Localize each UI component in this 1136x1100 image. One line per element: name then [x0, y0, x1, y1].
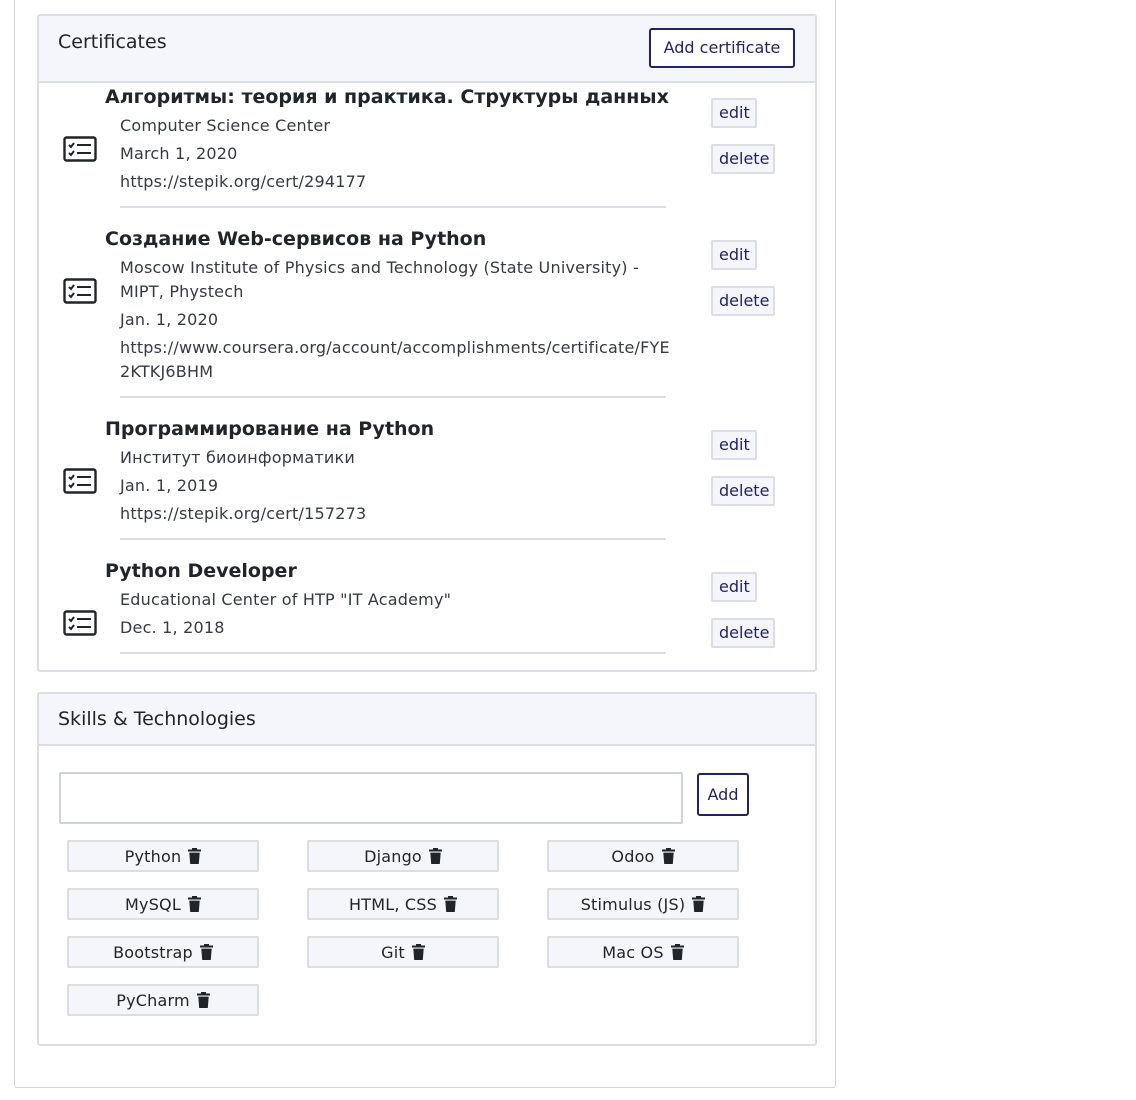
- certificate-date: Dec. 1, 2018: [120, 618, 225, 637]
- skill-tag[interactable]: Odoo: [547, 840, 739, 872]
- skill-tag[interactable]: HTML, CSS: [307, 888, 499, 920]
- skills-header: Skills & Technologies: [39, 694, 815, 746]
- checklist-icon: [63, 136, 97, 162]
- certificate-issuer: MIPT, Phystech: [120, 282, 244, 301]
- certificate-url: https://stepik.org/cert/294177: [120, 172, 367, 191]
- edit-certificate-button[interactable]: edit: [711, 430, 757, 460]
- edit-certificate-button[interactable]: edit: [711, 240, 757, 270]
- trash-icon[interactable]: [692, 896, 706, 912]
- skill-tag[interactable]: PyCharm: [67, 984, 259, 1016]
- skill-tag-label: HTML, CSS: [349, 894, 437, 914]
- trash-icon[interactable]: [199, 944, 213, 960]
- delete-certificate-button[interactable]: delete: [711, 144, 775, 174]
- checklist-icon: [63, 468, 97, 494]
- certificate-url: 2KTKJ6BHM: [120, 362, 214, 381]
- delete-certificate-button[interactable]: delete: [711, 476, 775, 506]
- skill-tag[interactable]: Django: [307, 840, 499, 872]
- certificate-title: Создание Web-сервисов на Python: [105, 228, 487, 250]
- trash-icon[interactable]: [443, 896, 457, 912]
- certificate-date: March 1, 2020: [120, 144, 238, 163]
- skill-input[interactable]: [59, 772, 683, 824]
- certificate-issuer: Educational Center of HTP "IT Academy": [120, 590, 452, 609]
- skill-tag-label: Odoo: [611, 846, 655, 866]
- certificate-divider: [120, 538, 666, 540]
- profile-panel: Certificates Add certificate Алгоритмы: …: [14, 0, 836, 1088]
- skills-card: Skills & Technologies Add Python Django Od…: [37, 692, 817, 1046]
- add-skill-button[interactable]: Add: [697, 773, 749, 816]
- certificate-issuer: Computer Science Center: [120, 116, 331, 135]
- edit-certificate-button[interactable]: edit: [711, 98, 757, 128]
- trash-icon[interactable]: [670, 944, 684, 960]
- skill-tag-label: Python: [124, 846, 182, 866]
- certificate-title: Программирование на Python: [105, 418, 435, 440]
- certificate-issuer: Институт биоинформатики: [120, 448, 355, 467]
- delete-certificate-button[interactable]: delete: [711, 618, 775, 648]
- certificate-divider: [120, 652, 666, 654]
- skill-tag[interactable]: MySQL: [67, 888, 259, 920]
- skill-tag-label: Stimulus (JS): [580, 894, 686, 914]
- trash-icon[interactable]: [187, 896, 201, 912]
- checklist-icon: [63, 278, 97, 304]
- skills-title: Skills & Technologies: [58, 708, 256, 730]
- skill-tag-label: PyCharm: [116, 990, 190, 1010]
- trash-icon[interactable]: [188, 848, 202, 864]
- skill-tag[interactable]: Mac OS: [547, 936, 739, 968]
- skill-tag[interactable]: Stimulus (JS): [547, 888, 739, 920]
- certificate-issuer: Moscow Institute of Physics and Technolo…: [120, 258, 639, 277]
- certificates-header: Certificates Add certificate: [39, 16, 815, 83]
- skill-tag[interactable]: Bootstrap: [67, 936, 259, 968]
- skill-tag[interactable]: Git: [307, 936, 499, 968]
- certificates-card: Certificates Add certificate Алгоритмы: …: [37, 14, 817, 672]
- certificate-title: Алгоритмы: теория и практика. Структуры …: [105, 86, 669, 108]
- certificate-divider: [120, 206, 666, 208]
- edit-certificate-button[interactable]: edit: [711, 572, 757, 602]
- trash-icon[interactable]: [411, 944, 425, 960]
- certificate-date: Jan. 1, 2019: [120, 476, 219, 495]
- certificate-url: https://www.coursera.org/account/accompl…: [120, 338, 670, 357]
- trash-icon[interactable]: [428, 848, 442, 864]
- certificate-title: Python Developer: [105, 560, 297, 582]
- certificate-divider: [120, 396, 666, 398]
- checklist-icon: [63, 610, 97, 636]
- skill-tag-label: Git: [381, 942, 405, 962]
- delete-certificate-button[interactable]: delete: [711, 286, 775, 316]
- skill-tag-label: Bootstrap: [113, 942, 193, 962]
- certificate-url: https://stepik.org/cert/157273: [120, 504, 367, 523]
- skill-tag-label: MySQL: [125, 894, 181, 914]
- skill-tag[interactable]: Python: [67, 840, 259, 872]
- trash-icon[interactable]: [196, 992, 210, 1008]
- skill-tag-label: Django: [364, 846, 422, 866]
- skill-tag-label: Mac OS: [602, 942, 664, 962]
- add-certificate-button[interactable]: Add certificate: [649, 28, 795, 68]
- certificate-date: Jan. 1, 2020: [120, 310, 219, 329]
- certificates-title: Certificates: [58, 31, 167, 53]
- trash-icon[interactable]: [661, 848, 675, 864]
